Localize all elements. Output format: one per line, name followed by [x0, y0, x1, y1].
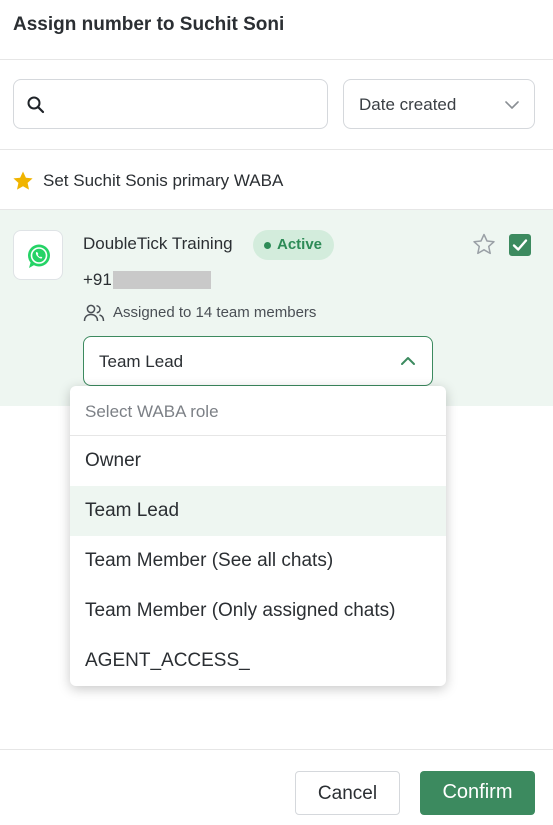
toolbar: Date created: [0, 60, 553, 150]
dialog-footer: Cancel Confirm: [0, 749, 553, 825]
dialog-title: Assign number to Suchit Soni: [13, 14, 285, 35]
assigned-text: Assigned to 14 team members: [113, 304, 317, 321]
dropdown-option-team-lead[interactable]: Team Lead: [70, 486, 446, 536]
chevron-up-icon: [401, 357, 415, 365]
dropdown-option-team-member-assigned[interactable]: Team Member (Only assigned chats): [70, 586, 446, 636]
confirm-label: Confirm: [442, 781, 513, 803]
option-label: Team Member (Only assigned chats): [85, 600, 396, 621]
dropdown-header: Select WABA role: [70, 386, 446, 436]
option-label: Owner: [85, 450, 141, 471]
cancel-button[interactable]: Cancel: [295, 771, 400, 815]
search-box[interactable]: [13, 79, 328, 129]
cancel-label: Cancel: [317, 783, 378, 804]
sort-dropdown[interactable]: Date created: [343, 79, 535, 129]
waba-role-select[interactable]: Team Lead: [83, 336, 433, 386]
waba-name: DoubleTick Training: [83, 234, 233, 253]
status-dot: [264, 242, 271, 249]
star-icon: [13, 171, 33, 190]
waba-card: DoubleTick Training Active +91 Assigned …: [0, 210, 553, 406]
waba-role-dropdown: Select WABA role Owner Team Lead Team Me…: [70, 386, 446, 686]
phone-prefix: +91: [83, 270, 112, 289]
status-badge: Active: [253, 230, 335, 260]
search-input[interactable]: [58, 88, 318, 120]
dropdown-placeholder: Select WABA role: [85, 402, 219, 421]
dialog-header: Assign number to Suchit Soni: [0, 0, 553, 60]
whatsapp-icon: [28, 244, 50, 268]
dropdown-option-owner[interactable]: Owner: [70, 436, 446, 486]
option-label: Team Member (See all chats): [85, 550, 334, 571]
confirm-button[interactable]: Confirm: [420, 771, 535, 815]
checkmark-icon: [512, 239, 528, 251]
select-checkbox[interactable]: [509, 234, 531, 256]
option-label: AGENT_ACCESS_: [85, 650, 250, 671]
whatsapp-logo: [13, 230, 63, 280]
sort-label: Date created: [359, 95, 457, 114]
set-primary-waba-label: Set Suchit Sonis primary WABA: [43, 171, 284, 190]
waba-role-value: Team Lead: [99, 352, 184, 371]
redacted-phone: [113, 271, 211, 289]
dropdown-option-team-member-all[interactable]: Team Member (See all chats): [70, 536, 446, 586]
status-text: Active: [277, 236, 323, 253]
star-outline-icon[interactable]: [471, 232, 497, 258]
option-label: Team Lead: [85, 500, 180, 521]
set-primary-waba[interactable]: Set Suchit Sonis primary WABA: [0, 150, 553, 210]
chevron-down-icon: [505, 101, 519, 109]
team-members-icon: [83, 304, 105, 322]
search-icon: [27, 96, 45, 114]
dropdown-option-agent-access[interactable]: AGENT_ACCESS_: [70, 636, 446, 686]
